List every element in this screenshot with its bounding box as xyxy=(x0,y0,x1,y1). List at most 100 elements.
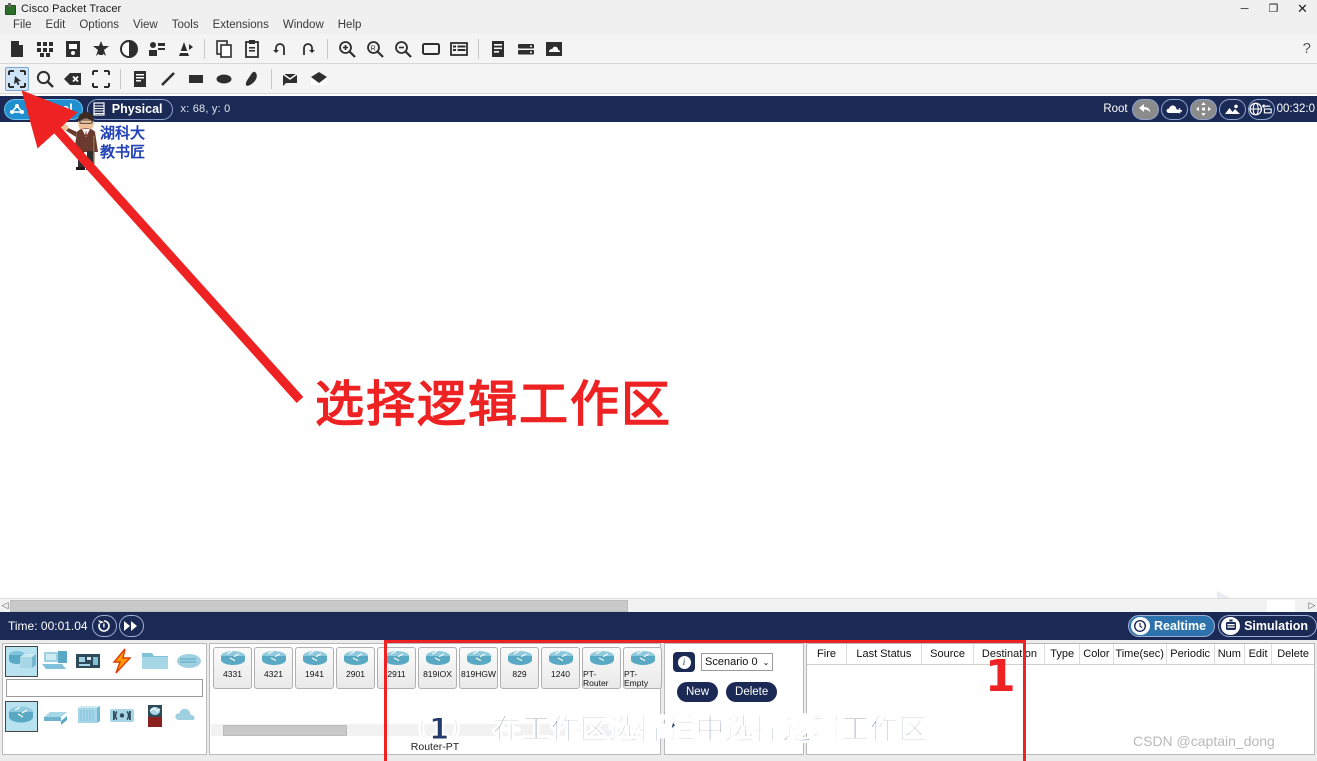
open-sample-button[interactable] xyxy=(33,37,57,61)
draw-line-tool-button[interactable] xyxy=(156,67,180,91)
scroll-left-icon[interactable]: ◁ xyxy=(0,600,10,611)
zoom-in-button[interactable] xyxy=(335,37,359,61)
device-search-input[interactable] xyxy=(6,679,203,697)
fast-forward-button[interactable] xyxy=(118,615,144,637)
copy-button[interactable] xyxy=(212,37,236,61)
column-time-sec[interactable]: Time(sec) xyxy=(1114,644,1167,664)
back-button[interactable] xyxy=(1131,98,1159,120)
place-note-tool-button[interactable] xyxy=(128,67,152,91)
help-icon[interactable]: ? xyxy=(1303,40,1311,57)
menu-window[interactable]: Window xyxy=(276,17,331,34)
device-category-panel xyxy=(2,643,207,755)
device-model-item[interactable]: 4331 xyxy=(213,647,252,689)
custom-devices-button[interactable] xyxy=(447,37,471,61)
column-periodic[interactable]: Periodic xyxy=(1167,644,1215,664)
activity-wizard-button[interactable] xyxy=(145,37,169,61)
workspace-bar: Logical Physical x: 68, y: 0 Root 00:32:… xyxy=(0,96,1317,122)
simulation-time-label: Time: 00:01.04 xyxy=(8,619,88,633)
mode-toggle-group: Realtime Simulation xyxy=(1125,615,1317,637)
simulation-mode-button[interactable]: Simulation xyxy=(1218,615,1317,637)
undo-button[interactable] xyxy=(268,37,292,61)
network-info-button[interactable] xyxy=(173,37,197,61)
delete-tool-button[interactable] xyxy=(61,67,85,91)
scroll-track[interactable] xyxy=(10,599,1307,612)
device-category-multiuser-connection[interactable] xyxy=(173,646,206,677)
menu-help[interactable]: Help xyxy=(331,17,369,34)
device-category-end-devices[interactable] xyxy=(39,646,72,677)
device-category-components[interactable] xyxy=(72,646,105,677)
stopwatch-icon xyxy=(1221,617,1241,635)
app-logo-icon xyxy=(4,2,16,15)
column-color[interactable]: Color xyxy=(1080,644,1114,664)
minimize-button[interactable]: ─ xyxy=(1230,0,1259,17)
device-model-label: 4331 xyxy=(223,669,242,679)
mascot-label-line1: 湖科大 xyxy=(100,124,146,142)
paste-button[interactable] xyxy=(240,37,264,61)
tools-toolbar xyxy=(0,64,1317,94)
new-cluster-button[interactable] xyxy=(1160,98,1188,120)
menu-extensions[interactable]: Extensions xyxy=(206,17,276,34)
cloud-upload-button[interactable] xyxy=(542,37,566,61)
column-type[interactable]: Type xyxy=(1045,644,1081,664)
print-button[interactable] xyxy=(117,37,141,61)
device-model-item[interactable]: 2901 xyxy=(336,647,375,689)
csdn-watermark: CSDN @captain_dong xyxy=(1133,733,1275,749)
device-subcategory-routers[interactable] xyxy=(5,700,38,732)
column-num[interactable]: Num xyxy=(1215,644,1245,664)
zoom-out-button[interactable] xyxy=(391,37,415,61)
device-subcategory-wireless-devices[interactable] xyxy=(106,701,139,732)
move-object-button[interactable] xyxy=(1189,98,1217,120)
device-list-scroll-thumb[interactable] xyxy=(223,724,347,736)
device-model-item[interactable]: 1941 xyxy=(295,647,334,689)
column-edit[interactable]: Edit xyxy=(1245,644,1273,664)
device-category-miscellaneous[interactable] xyxy=(139,646,172,677)
device-model-label: 1941 xyxy=(305,669,324,679)
device-subcategory-wan-emulation[interactable] xyxy=(173,701,206,732)
device-subcategory-security[interactable] xyxy=(139,701,172,732)
scroll-right-icon[interactable]: ▷ xyxy=(1307,600,1317,611)
inspect-tool-button[interactable] xyxy=(33,67,57,91)
notes-panel-button[interactable] xyxy=(486,37,510,61)
add-complex-pdu-tool-button[interactable] xyxy=(307,67,331,91)
device-category-connections[interactable] xyxy=(106,646,139,677)
mascot-label-line2: 教书匠 xyxy=(100,143,146,161)
save-file-button[interactable] xyxy=(89,37,113,61)
annotation-caption: （1） 在工作区选择栏中选择逻辑工作区 xyxy=(400,712,929,747)
draw-freeform-tool-button[interactable] xyxy=(240,67,264,91)
logical-workspace-canvas[interactable]: 选择逻辑工作区 xyxy=(0,122,1317,598)
draw-ellipse-tool-button[interactable] xyxy=(212,67,236,91)
redo-button[interactable] xyxy=(296,37,320,61)
menu-edit[interactable]: Edit xyxy=(39,17,73,34)
maximize-button[interactable]: ❐ xyxy=(1259,0,1288,17)
add-simple-pdu-tool-button[interactable] xyxy=(279,67,303,91)
device-subcategory-switches[interactable] xyxy=(39,701,72,732)
viewport-button[interactable] xyxy=(1247,98,1275,120)
device-subcategory-hubs[interactable] xyxy=(72,701,105,732)
set-tiled-background-button[interactable] xyxy=(1218,98,1246,120)
menu-options[interactable]: Options xyxy=(72,17,126,34)
realtime-mode-button[interactable]: Realtime xyxy=(1127,615,1216,637)
workspace-bar-right: Root 00:32:0 xyxy=(1103,98,1317,120)
select-tool-button[interactable] xyxy=(5,66,29,91)
column-delete[interactable]: Delete xyxy=(1272,644,1314,664)
scroll-thumb[interactable] xyxy=(10,599,628,612)
annotation-title: 选择逻辑工作区 xyxy=(315,376,673,433)
menu-file[interactable]: File xyxy=(6,17,39,34)
toolbar-separator xyxy=(271,68,272,89)
new-file-button[interactable] xyxy=(5,37,29,61)
scroll-thumb-secondary[interactable] xyxy=(1267,599,1295,612)
palette-button[interactable] xyxy=(419,37,443,61)
close-button[interactable]: ✕ xyxy=(1288,0,1317,17)
device-template-button[interactable] xyxy=(514,37,538,61)
menu-view[interactable]: View xyxy=(126,17,165,34)
menu-tools[interactable]: Tools xyxy=(165,17,206,34)
resize-shape-tool-button[interactable] xyxy=(89,67,113,91)
zoom-reset-button[interactable]: R xyxy=(363,37,387,61)
device-model-item[interactable]: 4321 xyxy=(254,647,293,689)
canvas-horizontal-scrollbar[interactable]: ◁ ▷ xyxy=(0,598,1317,612)
window-title: Cisco Packet Tracer xyxy=(21,2,122,15)
open-file-button[interactable] xyxy=(61,37,85,61)
device-category-network-devices[interactable] xyxy=(5,645,38,677)
power-cycle-devices-button[interactable] xyxy=(91,615,117,637)
draw-rectangle-tool-button[interactable] xyxy=(184,67,208,91)
